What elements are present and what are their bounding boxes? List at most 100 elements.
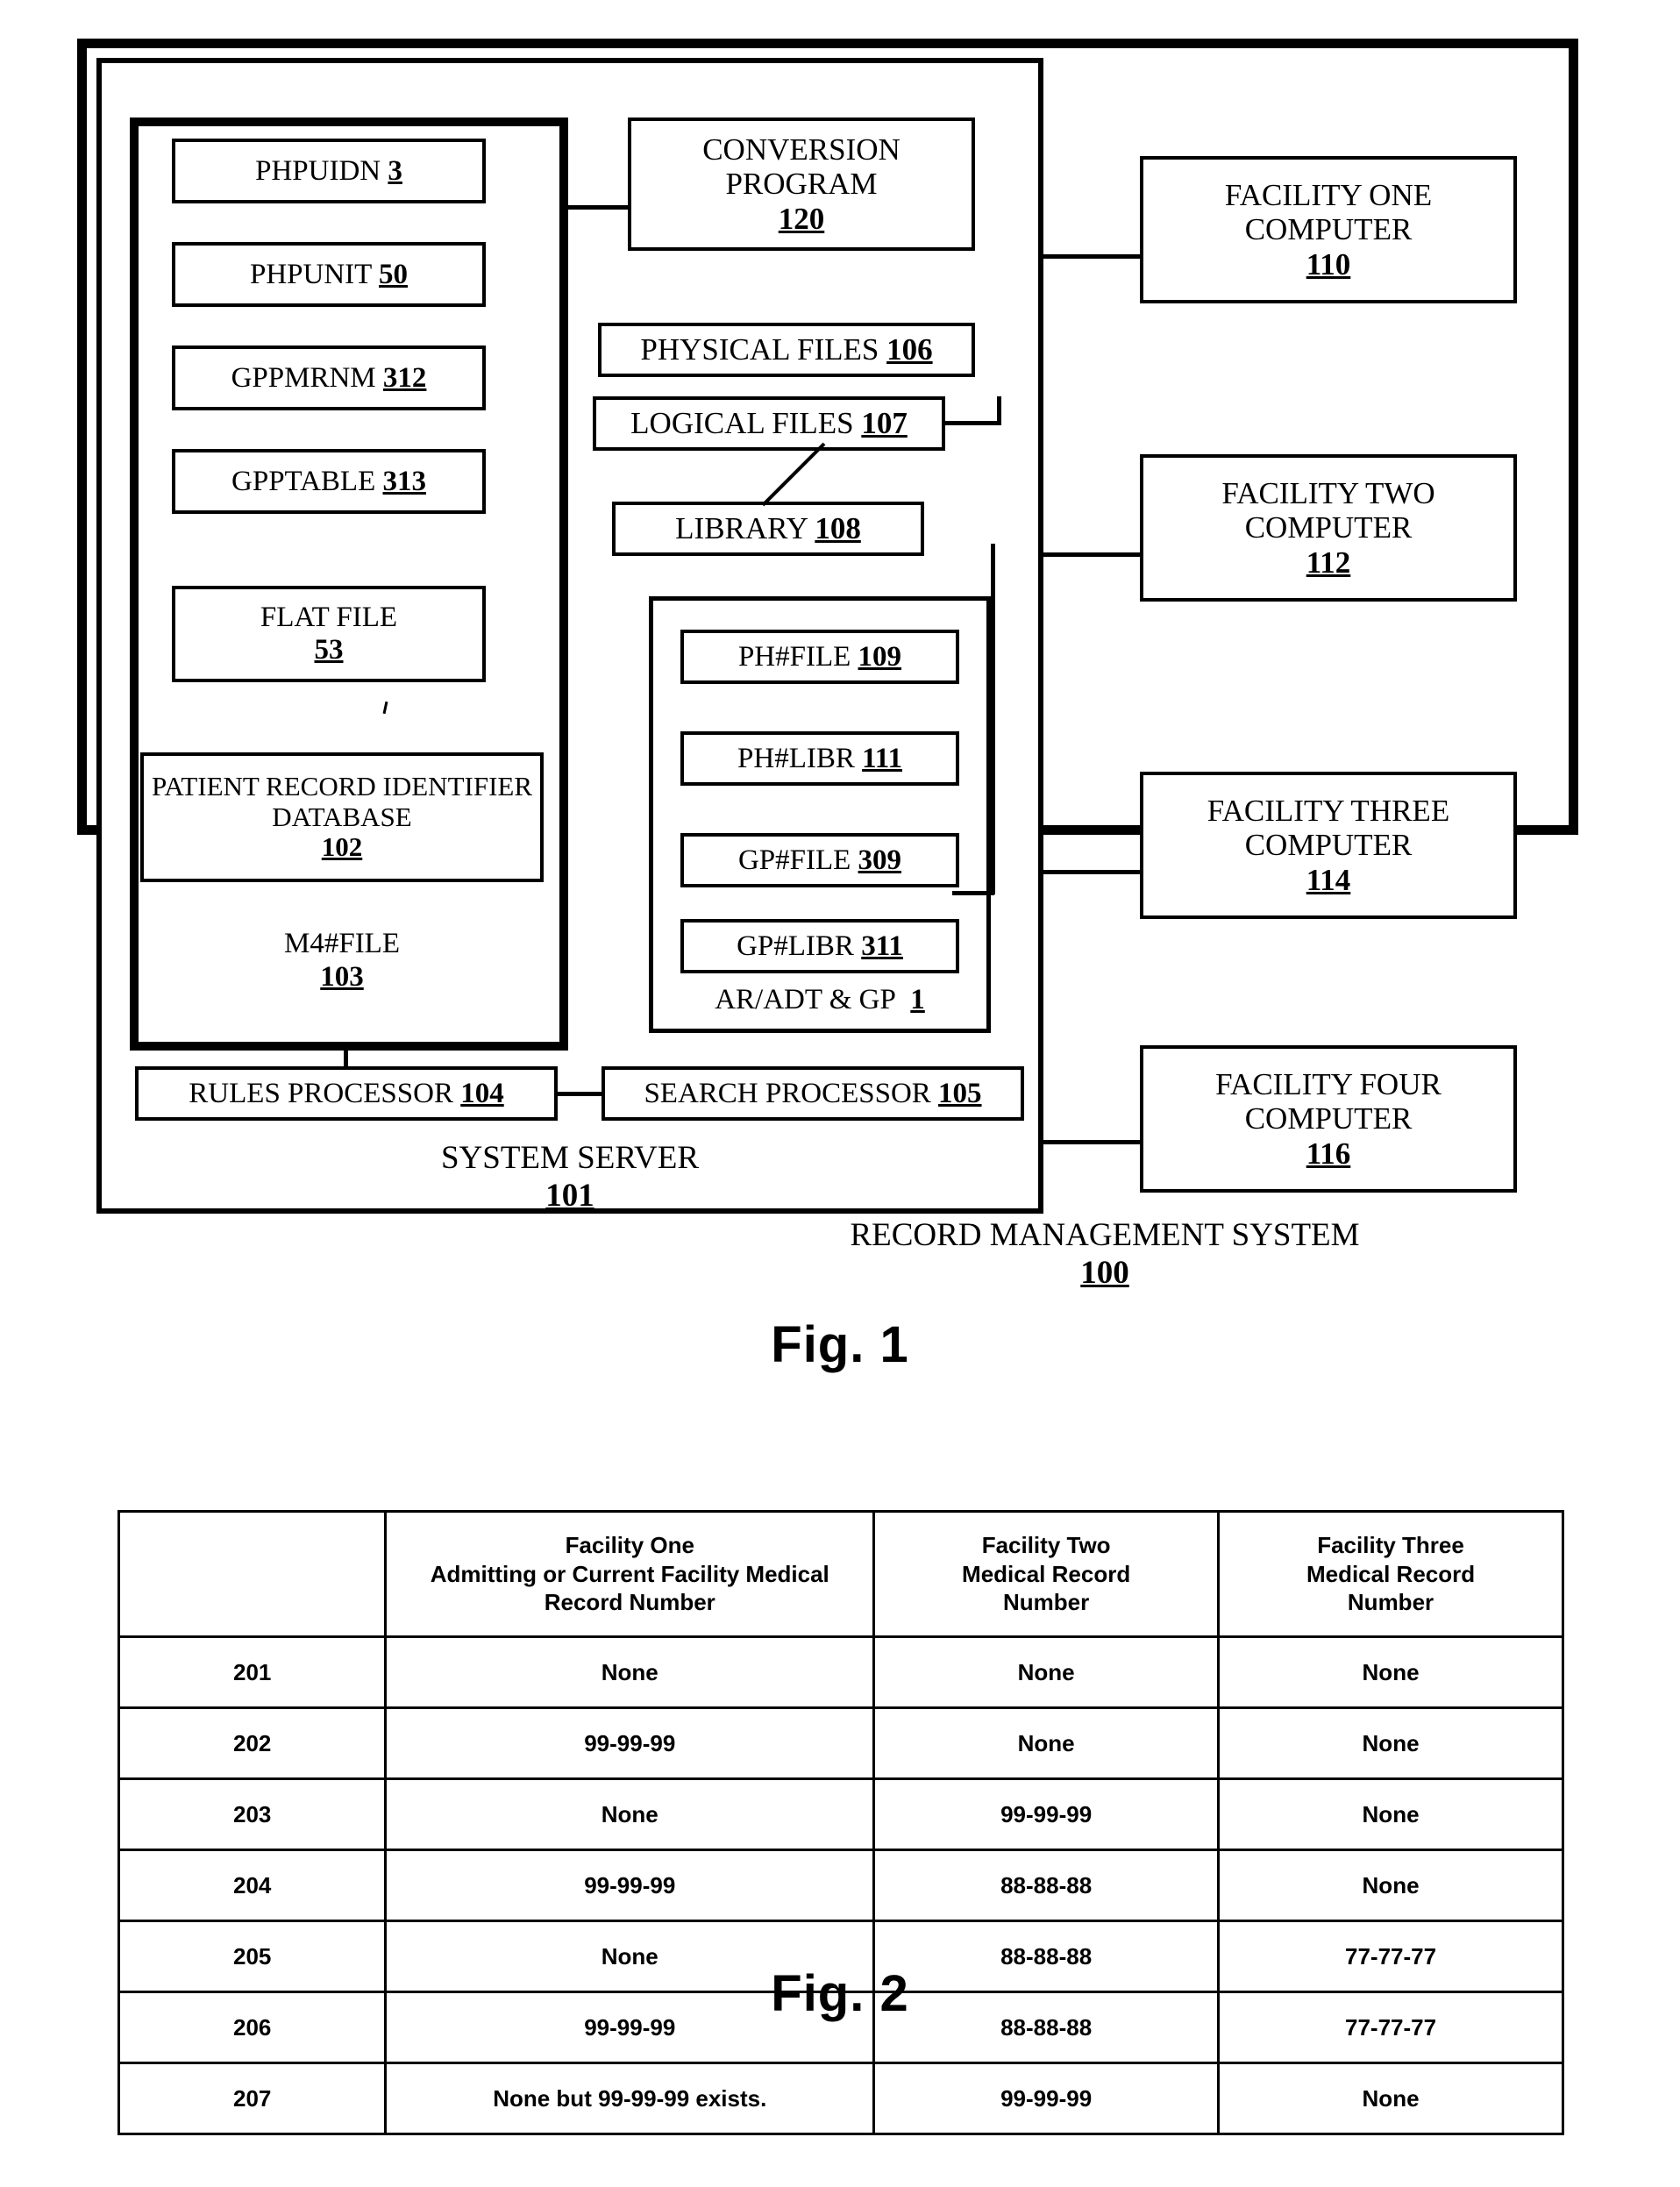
logical-files-to-library-leader <box>761 442 826 507</box>
system-server-label: SYSTEM SERVER 101 <box>440 1140 700 1214</box>
box-phpunit-label: PHPUNIT <box>249 258 372 290</box>
box-conversion-program-line2: PROGRAM <box>725 167 878 202</box>
box-ph-libr-label: PH#LIBR <box>737 742 855 774</box>
box-rules-processor-ref: 104 <box>460 1077 504 1109</box>
facility-four-line1: FACILITY FOUR <box>1215 1067 1442 1102</box>
table-header-facility-three: Facility Three Medical Record Number <box>1217 1510 1564 1638</box>
box-gppmrnm-label: GPPMRNM <box>231 361 376 394</box>
facility-two-value: None <box>872 1635 1221 1709</box>
box-facility-three-computer[interactable]: FACILITY THREE COMPUTER 114 <box>1140 772 1517 919</box>
connector-logical-files-bus-riser <box>997 396 1001 425</box>
table-row: 201 None None None <box>117 1635 1564 1709</box>
box-phpuidn[interactable]: PHPUIDN 3 <box>172 139 486 203</box>
row-id: 207 <box>117 2062 388 2135</box>
facility-two-ref: 112 <box>1306 545 1351 580</box>
box-search-processor-label: SEARCH PROCESSOR <box>644 1077 931 1109</box>
box-search-processor[interactable]: SEARCH PROCESSOR 105 <box>602 1066 1024 1121</box>
facility-four-ref: 116 <box>1306 1136 1351 1171</box>
box-facility-one-computer[interactable]: FACILITY ONE COMPUTER 110 <box>1140 156 1517 303</box>
box-gpptable-label: GPPTABLE <box>231 465 376 497</box>
box-phpunit[interactable]: PHPUNIT 50 <box>172 242 486 307</box>
facility-one-value: None <box>384 1635 876 1709</box>
box-physical-files-ref: 106 <box>886 332 933 367</box>
table-row: 204 99-99-99 88-88-88 None <box>117 1849 1564 1922</box>
facility-one-value: None but 99-99-99 exists. <box>384 2062 876 2135</box>
connector-m4-to-rules <box>344 1051 348 1066</box>
table-row: 202 99-99-99 None None <box>117 1706 1564 1780</box>
facility-two-value: 99-99-99 <box>872 1777 1221 1851</box>
box-gp-libr-ref: 311 <box>861 930 903 962</box>
table-header-facility-one: Facility One Admitting or Current Facili… <box>384 1510 876 1638</box>
row-id: 204 <box>117 1849 388 1922</box>
box-ph-file[interactable]: PH#FILE 109 <box>680 630 959 684</box>
connector-ar-adt-bus-stub <box>952 891 994 895</box>
table-row: 203 None 99-99-99 None <box>117 1777 1564 1851</box>
box-gpptable-ref: 313 <box>382 465 426 497</box>
box-library-label: LIBRARY <box>675 511 808 546</box>
facility-three-ref: 114 <box>1306 862 1351 897</box>
box-facility-two-computer[interactable]: FACILITY TWO COMPUTER 112 <box>1140 454 1517 602</box>
box-gp-file-label: GP#FILE <box>737 844 851 876</box>
box-search-processor-ref: 105 <box>938 1077 982 1109</box>
table-row: 207 None but 99-99-99 exists. 99-99-99 None <box>117 2062 1564 2135</box>
facility-three-line1: FACILITY THREE <box>1207 794 1450 829</box>
connector-ar-adt-bus-vertical <box>991 544 995 894</box>
facility-three-line2: COMPUTER <box>1244 828 1413 863</box>
connector-m4-to-conversion <box>568 205 628 210</box>
box-rules-processor-label: RULES PROCESSOR <box>189 1077 453 1109</box>
facility-two-value: 99-99-99 <box>872 2062 1221 2135</box>
box-flat-file-ref: 53 <box>314 634 344 666</box>
figure-2: Facility One Admitting or Current Facili… <box>0 1491 1680 2135</box>
box-library-ref: 108 <box>815 511 861 546</box>
box-facility-four-computer[interactable]: FACILITY FOUR COMPUTER 116 <box>1140 1045 1517 1193</box>
facility-two-line2: COMPUTER <box>1244 510 1413 545</box>
facility-one-line1: FACILITY ONE <box>1224 178 1433 213</box>
box-ph-libr-ref: 111 <box>862 742 902 774</box>
facility-one-ref: 110 <box>1306 246 1351 281</box>
connector-bus-to-facility-two <box>1043 552 1140 557</box>
connector-bus-to-facility-four <box>1043 1140 1140 1144</box>
box-logical-files-ref: 107 <box>861 406 908 441</box>
facility-two-value: 88-88-88 <box>872 1849 1221 1922</box>
facility-four-line2: COMPUTER <box>1244 1101 1413 1136</box>
box-patient-record-identifier-database[interactable]: PATIENT RECORD IDENTIFIER DATABASE 102 <box>140 752 544 882</box>
box-gp-file-ref: 309 <box>858 844 902 876</box>
row-id: 202 <box>117 1706 388 1780</box>
table-header-facility-two: Facility Two Medical Record Number <box>872 1510 1221 1638</box>
facility-three-value: None <box>1217 1849 1564 1922</box>
facility-record-number-table: Facility One Admitting or Current Facili… <box>117 1510 1564 2135</box>
facility-three-value: None <box>1217 1777 1564 1851</box>
m4-file-group-label: M4#FILE 103 <box>284 928 400 993</box>
box-physical-files-label: PHYSICAL FILES <box>640 332 879 367</box>
facility-one-value: 99-99-99 <box>384 1706 876 1780</box>
box-gp-file[interactable]: GP#FILE 309 <box>680 833 959 887</box>
box-gp-libr[interactable]: GP#LIBR 311 <box>680 919 959 973</box>
box-logical-files-label: LOGICAL FILES <box>630 406 854 441</box>
box-logical-files[interactable]: LOGICAL FILES 107 <box>593 396 945 451</box>
facility-three-value: None <box>1217 2062 1564 2135</box>
facility-one-line2: COMPUTER <box>1244 212 1413 247</box>
box-flat-file[interactable]: FLAT FILE 53 <box>172 586 486 682</box>
row-id: 203 <box>117 1777 388 1851</box>
box-ph-file-ref: 109 <box>858 640 902 673</box>
box-gppmrnm[interactable]: GPPMRNM 312 <box>172 346 486 410</box>
box-gp-libr-label: GP#LIBR <box>737 930 854 962</box>
box-conversion-program[interactable]: CONVERSION PROGRAM 120 <box>628 118 975 251</box>
box-ph-libr[interactable]: PH#LIBR 111 <box>680 731 959 786</box>
box-physical-files[interactable]: PHYSICAL FILES 106 <box>598 323 975 377</box>
facility-one-value: 99-99-99 <box>384 1849 876 1922</box>
row-id: 201 <box>117 1635 388 1709</box>
box-rules-processor[interactable]: RULES PROCESSOR 104 <box>135 1066 558 1121</box>
box-patient-record-identifier-database-label: PATIENT RECORD IDENTIFIER DATABASE <box>151 770 532 832</box>
connector-logical-files-to-bus <box>945 421 1001 425</box>
box-phpuidn-label: PHPUIDN <box>255 154 381 187</box>
figure-2-caption: Fig. 2 <box>771 1965 909 2022</box>
connector-bus-to-facility-three <box>1043 870 1140 874</box>
box-flat-file-label: FLAT FILE <box>260 602 398 634</box>
record-management-system-label: RECORD MANAGEMENT SYSTEM 100 <box>850 1217 1360 1291</box>
box-gpptable[interactable]: GPPTABLE 313 <box>172 449 486 514</box>
connector-rules-to-search <box>558 1092 602 1096</box>
table-header-blank <box>117 1510 388 1638</box>
box-ph-file-label: PH#FILE <box>737 640 851 673</box>
box-gppmrnm-ref: 312 <box>382 361 427 394</box>
